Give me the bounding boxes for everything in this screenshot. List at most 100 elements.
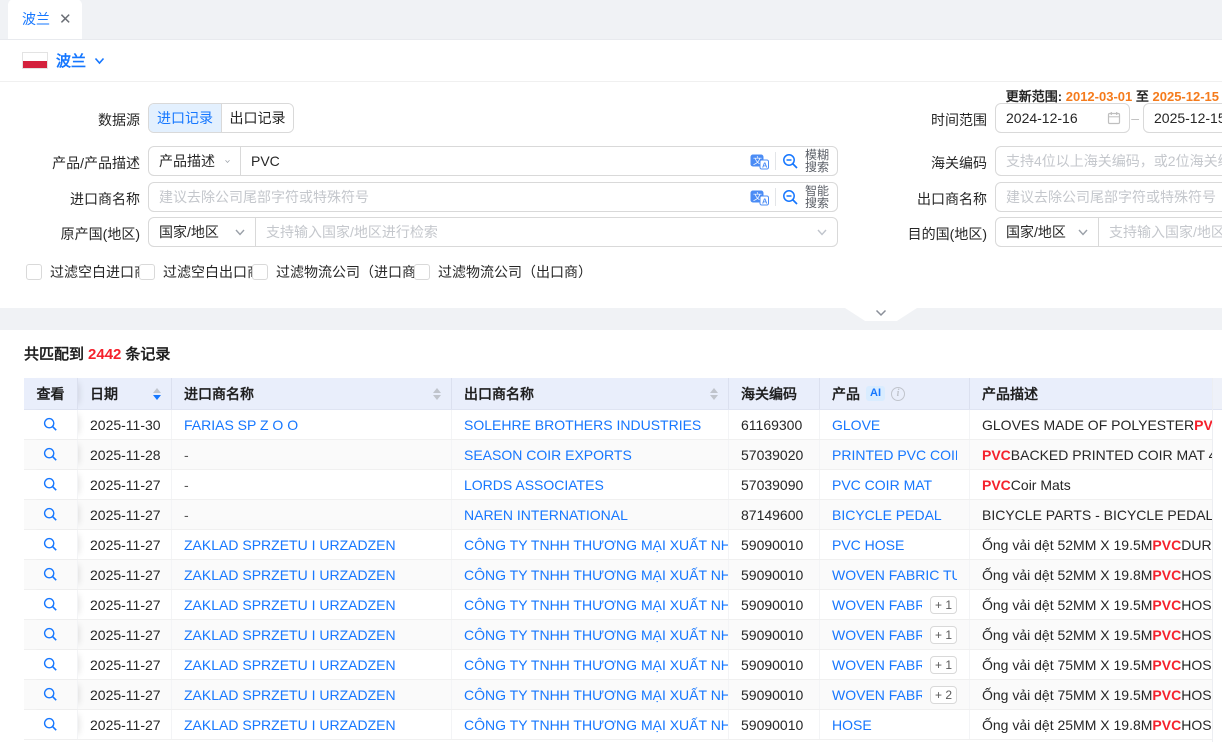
exporter-link[interactable]: SEASON COIR EXPORTS bbox=[452, 440, 729, 469]
importer-link[interactable]: - bbox=[172, 470, 452, 499]
importer-link[interactable]: - bbox=[172, 440, 452, 469]
exporter-link[interactable]: CÔNG TY TNHH THƯƠNG MẠI XUẤT NHẬP... bbox=[452, 620, 729, 649]
collapse-panel-handle[interactable] bbox=[845, 308, 917, 321]
time-range-end-input[interactable] bbox=[1144, 104, 1222, 132]
view-record-button[interactable] bbox=[24, 680, 78, 709]
description-highlight: PVC bbox=[1152, 567, 1181, 583]
product-link[interactable]: HOSE bbox=[832, 717, 872, 733]
date-cell: 2025-11-27 bbox=[78, 650, 172, 679]
view-record-button[interactable] bbox=[24, 500, 78, 529]
importer-link[interactable]: ZAKLAD SPRZETU I URZADZEN bbox=[172, 530, 452, 559]
exporter-link[interactable]: CÔNG TY TNHH THƯƠNG MẠI XUẤT NHẬP... bbox=[452, 560, 729, 589]
col-header-importer[interactable]: 进口商名称 bbox=[172, 378, 452, 409]
product-link[interactable]: WOVEN FABRIC ... bbox=[832, 627, 922, 643]
dest-country-select[interactable]: 国家/地区 bbox=[996, 218, 1099, 246]
checkbox-icon[interactable] bbox=[252, 264, 268, 280]
translate-icon[interactable]: 文 A bbox=[750, 189, 769, 206]
product-link[interactable]: BICYCLE PEDAL bbox=[832, 507, 942, 523]
exporter-link[interactable]: CÔNG TY TNHH THƯƠNG MẠI XUẤT NHẬP... bbox=[452, 680, 729, 709]
exporter-link[interactable]: NAREN INTERNATIONAL bbox=[452, 500, 729, 529]
info-icon[interactable]: i bbox=[891, 387, 905, 401]
sort-toggle-importer[interactable] bbox=[433, 388, 441, 400]
importer-link[interactable]: ZAKLAD SPRZETU I URZADZEN bbox=[172, 710, 452, 739]
time-range-start-input[interactable] bbox=[996, 104, 1107, 132]
col-label: 进口商名称 bbox=[184, 384, 254, 404]
extra-count-tag[interactable]: + 1 bbox=[930, 626, 957, 644]
hs-code-input[interactable] bbox=[996, 147, 1222, 175]
extra-count-tag[interactable]: + 2 bbox=[930, 686, 957, 704]
view-record-button[interactable] bbox=[24, 710, 78, 739]
description-cell: Ống vải dệt 75MM X 19.5M PVC HOS... bbox=[970, 680, 1212, 709]
product-type-select[interactable]: 产品描述 bbox=[149, 147, 241, 175]
exporter-link[interactable]: CÔNG TY TNHH THƯƠNG MẠI XUẤT NHẬP... bbox=[452, 590, 729, 619]
exporter-link[interactable]: LORDS ASSOCIATES bbox=[452, 470, 729, 499]
filter-blank-exporter-checkbox[interactable]: 过滤空白出口商 bbox=[139, 262, 261, 282]
product-link[interactable]: PVC COIR MAT bbox=[832, 477, 932, 493]
description-cell: BICYCLE PARTS - BICYCLE PEDAL, PVC bbox=[970, 500, 1212, 529]
view-record-button[interactable] bbox=[24, 470, 78, 499]
product-link[interactable]: PRINTED PVC COIR M... bbox=[832, 447, 957, 463]
product-link[interactable]: WOVEN FABRIC ... bbox=[832, 657, 922, 673]
importer-link[interactable]: ZAKLAD SPRZETU I URZADZEN bbox=[172, 560, 452, 589]
product-link[interactable]: PVC HOSE bbox=[832, 537, 904, 553]
view-record-button[interactable] bbox=[24, 590, 78, 619]
extra-count-tag[interactable]: + 1 bbox=[930, 596, 957, 614]
importer-link[interactable]: FARIAS SP Z O O bbox=[172, 410, 452, 439]
product-link[interactable]: WOVEN FABRIC ... bbox=[832, 687, 922, 703]
exporter-input[interactable] bbox=[996, 183, 1222, 211]
exporter-link[interactable]: SOLEHRE BROTHERS INDUSTRIES bbox=[452, 410, 729, 439]
dest-country-input[interactable] bbox=[1099, 218, 1222, 246]
importer-input[interactable] bbox=[149, 183, 744, 211]
exporter-link[interactable]: CÔNG TY TNHH THƯƠNG MẠI XUẤT NHẬP... bbox=[452, 530, 729, 559]
product-link[interactable]: GLOVE bbox=[832, 417, 880, 433]
view-record-button[interactable] bbox=[24, 440, 78, 469]
importer-link[interactable]: ZAKLAD SPRZETU I URZADZEN bbox=[172, 680, 452, 709]
exporter-link[interactable]: CÔNG TY TNHH THƯƠNG MẠI XUẤT NHẬP... bbox=[452, 710, 729, 739]
description-highlight: PVC bbox=[1152, 537, 1181, 553]
filter-logistics-exporter-checkbox[interactable]: 过滤物流公司（出口商） bbox=[414, 262, 592, 282]
translate-icon[interactable]: 文 A bbox=[750, 153, 769, 170]
country-selector[interactable]: 波兰 bbox=[22, 50, 105, 71]
view-record-button[interactable] bbox=[24, 560, 78, 589]
sort-toggle-exporter[interactable] bbox=[710, 388, 718, 400]
chevron-down-icon bbox=[235, 229, 245, 236]
table-scrollbar[interactable] bbox=[1212, 378, 1222, 742]
importer-link[interactable]: ZAKLAD SPRZETU I URZADZEN bbox=[172, 650, 452, 679]
date-cell: 2025-11-27 bbox=[78, 680, 172, 709]
checkbox-icon[interactable] bbox=[414, 264, 430, 280]
fuzzy-search-button[interactable]: 模糊 搜索 bbox=[805, 149, 829, 173]
importer-link[interactable]: ZAKLAD SPRZETU I URZADZEN bbox=[172, 590, 452, 619]
exporter-link[interactable]: CÔNG TY TNHH THƯƠNG MẠI XUẤT NHẬP... bbox=[452, 650, 729, 679]
smart-search-icon[interactable] bbox=[782, 189, 799, 206]
product-link[interactable]: WOVEN FABRIC ... bbox=[832, 597, 922, 613]
summary-prefix: 共匹配到 bbox=[24, 346, 84, 363]
view-record-button[interactable] bbox=[24, 650, 78, 679]
sort-toggle-date[interactable] bbox=[153, 388, 161, 400]
close-icon[interactable]: ✕ bbox=[59, 12, 72, 27]
calendar-icon[interactable] bbox=[1107, 111, 1121, 125]
filter-logistics-importer-checkbox[interactable]: 过滤物流公司（进口商） bbox=[252, 262, 430, 282]
fuzzy-search-icon[interactable] bbox=[782, 153, 799, 170]
view-record-button[interactable] bbox=[24, 620, 78, 649]
product-search-input[interactable] bbox=[241, 147, 744, 175]
origin-country-select[interactable]: 国家/地区 bbox=[149, 218, 256, 246]
view-record-button[interactable] bbox=[24, 410, 78, 439]
import-records-toggle[interactable]: 进口记录 bbox=[149, 104, 221, 132]
table-row: 2025-11-27 ZAKLAD SPRZETU I URZADZEN CÔN… bbox=[24, 650, 1212, 680]
col-header-exporter[interactable]: 出口商名称 bbox=[452, 378, 729, 409]
extra-count-tag[interactable]: + 1 bbox=[930, 656, 957, 674]
filter-blank-importer-checkbox[interactable]: 过滤空白进口商 bbox=[26, 262, 148, 282]
date-cell: 2025-11-30 bbox=[78, 410, 172, 439]
export-records-toggle[interactable]: 出口记录 bbox=[221, 104, 293, 132]
description-post: DUR... bbox=[1181, 537, 1212, 553]
checkbox-icon[interactable] bbox=[26, 264, 42, 280]
origin-country-input[interactable] bbox=[256, 218, 817, 246]
col-header-date[interactable]: 日期 bbox=[78, 378, 172, 409]
view-record-button[interactable] bbox=[24, 530, 78, 559]
smart-search-button[interactable]: 智能 搜索 bbox=[805, 185, 829, 209]
checkbox-icon[interactable] bbox=[139, 264, 155, 280]
product-link[interactable]: WOVEN FABRIC TUBE bbox=[832, 567, 957, 583]
tab-poland[interactable]: 波兰 ✕ bbox=[8, 0, 82, 39]
importer-link[interactable]: - bbox=[172, 500, 452, 529]
importer-link[interactable]: ZAKLAD SPRZETU I URZADZEN bbox=[172, 620, 452, 649]
